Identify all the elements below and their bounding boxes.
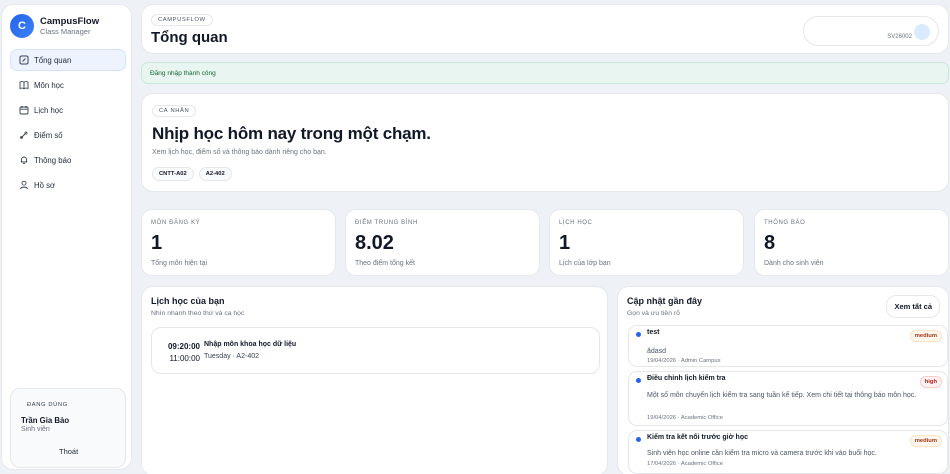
stat-label: ĐIỂM TRUNG BÌNH [355, 220, 418, 226]
room-chip: A2-402 [198, 167, 232, 181]
sidebar-item-label: Môn học [34, 80, 64, 90]
schedule-title: Lịch học của bạn [151, 296, 225, 306]
schedule-subtitle: Nhìn nhanh theo thứ và ca học [151, 310, 245, 317]
update-body: Một số môn chuyển lịch kiểm tra sang tuầ… [647, 392, 917, 399]
sidebar-item-label: Hồ sơ [34, 180, 56, 190]
stat-card-gpa: ĐIỂM TRUNG BÌNH 8.02 Theo điểm tổng kết [345, 209, 540, 276]
sidebar-item-notifications[interactable]: Thông báo [10, 149, 126, 171]
priority-badge: medium [909, 330, 942, 342]
sidebar-item-label: Thông báo [34, 155, 72, 165]
stat-card-notifications: THÔNG BÁO 8 Dành cho sinh viên [754, 209, 949, 276]
hero-title: Nhịp học hôm nay trong một chạm. [152, 124, 431, 143]
sidebar-item-courses[interactable]: Môn học [10, 74, 126, 96]
schedule-course-name: Nhập môn khoa học dữ liệu [204, 341, 297, 348]
schedule-start-time: 09:20:00 [167, 342, 200, 351]
header-tag: CAMPUSFLOW [151, 14, 213, 26]
login-success-alert: Đăng nhập thành công [141, 62, 949, 84]
sidebar-item-label: Lịch học [34, 105, 64, 115]
calendar-icon [19, 105, 29, 115]
sidebar-item-overview[interactable]: Tổng quan [10, 49, 126, 71]
sidebar-nav: Tổng quan Môn học Lịch học Điểm số Thông… [10, 49, 126, 199]
stat-label: THÔNG BÁO [764, 220, 806, 226]
bell-icon [19, 155, 29, 165]
current-user-role: Sinh viên [21, 426, 50, 433]
stat-subtitle: Dành cho sinh viên [764, 260, 824, 267]
update-meta: 19/04/2026 · Academic Office [647, 415, 723, 421]
update-title: Kiểm tra kết nối trước giờ học [647, 434, 748, 441]
hero-chips: CNTT-A02 A2-402 [152, 167, 237, 181]
stat-subtitle: Theo điểm tổng kết [355, 260, 415, 267]
unread-dot-icon [636, 378, 641, 383]
schedule-panel: Lịch học của bạn Nhìn nhanh theo thứ và … [141, 286, 608, 474]
stat-value: 1 [559, 232, 571, 254]
update-meta: 17/04/2026 · Academic Office [647, 461, 723, 467]
stat-subtitle: Tổng môn hiện tại [151, 260, 208, 267]
current-user-card: ĐANG DÙNG Trần Gia Bảo Sinh viên Thoát [10, 388, 126, 468]
hero-description: Xem lịch học, điểm số và thông báo dành … [152, 149, 327, 156]
updates-title: Cập nhật gần đây [627, 296, 703, 306]
update-body: ădasd [647, 348, 667, 355]
dashboard-icon [19, 55, 29, 65]
brand-subtitle: Class Manager [40, 27, 91, 36]
sidebar: C CampusFlow Class Manager Tổng quan Môn… [1, 4, 132, 470]
schedule-item[interactable]: 09:20:00 11:00:00 Nhập môn khoa học dữ l… [151, 327, 600, 374]
page-title: Tổng quan [151, 29, 228, 46]
priority-badge: medium [909, 435, 942, 447]
user-icon [19, 180, 29, 190]
brand[interactable]: C CampusFlow Class Manager [10, 14, 99, 38]
current-user-name: Trần Gia Bảo [21, 416, 70, 425]
book-icon [19, 80, 29, 90]
page-header: CAMPUSFLOW Tổng quan SV26002 [141, 4, 949, 54]
stat-value: 1 [151, 232, 163, 254]
stat-label: LỊCH HỌC [559, 220, 593, 226]
unread-dot-icon [636, 437, 641, 442]
stat-card-courses: MÔN ĐĂNG KÝ 1 Tổng môn hiện tại [141, 209, 336, 276]
update-title: test [647, 329, 660, 336]
sidebar-item-grades[interactable]: Điểm số [10, 124, 126, 146]
brand-name: CampusFlow [40, 16, 100, 27]
update-body: Sinh viên học online cần kiểm tra micro … [647, 450, 877, 457]
user-pill[interactable]: SV26002 [803, 16, 939, 46]
priority-badge: high [919, 376, 942, 388]
stat-card-schedule: LỊCH HỌC 1 Lịch của lớp bạn [549, 209, 744, 276]
logout-button[interactable]: Thoát [59, 447, 78, 456]
sidebar-item-profile[interactable]: Hồ sơ [10, 174, 126, 196]
stat-value: 8.02 [355, 232, 394, 254]
grade-icon [19, 130, 29, 140]
update-meta: 19/04/2026 · Admin Campus [647, 358, 721, 364]
update-item[interactable]: test medium ădasd 19/04/2026 · Admin Cam… [628, 325, 948, 367]
student-id: SV26002 [887, 34, 912, 40]
hero-card: CÁ NHÂN Nhịp học hôm nay trong một chạm.… [141, 93, 949, 192]
stat-value: 8 [764, 232, 776, 254]
schedule-meta: Tuesday · A2-402 [204, 353, 259, 360]
updates-list: test medium ădasd 19/04/2026 · Admin Cam… [628, 325, 948, 474]
update-title: Điều chỉnh lịch kiểm tra [647, 375, 726, 382]
see-all-button[interactable]: Xem tất cả [886, 295, 940, 318]
unread-dot-icon [636, 332, 641, 337]
sidebar-item-label: Điểm số [34, 130, 63, 140]
updates-panel: Cập nhật gần đây Gọn và ưu tiên rõ Xem t… [617, 286, 949, 474]
sidebar-item-label: Tổng quan [34, 55, 72, 65]
class-chip: CNTT-A02 [152, 167, 194, 181]
brand-logo: C [10, 14, 34, 38]
stat-label: MÔN ĐĂNG KÝ [151, 220, 201, 226]
current-user-label: ĐANG DÙNG [27, 402, 68, 408]
stat-subtitle: Lịch của lớp bạn [559, 260, 611, 267]
updates-subtitle: Gọn và ưu tiên rõ [627, 310, 680, 317]
schedule-time: 09:20:00 11:00:00 [164, 341, 200, 365]
update-item[interactable]: Kiểm tra kết nối trước giờ học medium Si… [628, 430, 948, 474]
hero-tag: CÁ NHÂN [152, 105, 197, 117]
sidebar-item-schedule[interactable]: Lịch học [10, 99, 126, 121]
avatar [914, 24, 930, 40]
update-item[interactable]: Điều chỉnh lịch kiểm tra high Một số môn… [628, 371, 948, 426]
schedule-end-time: 11:00:00 [169, 354, 200, 363]
